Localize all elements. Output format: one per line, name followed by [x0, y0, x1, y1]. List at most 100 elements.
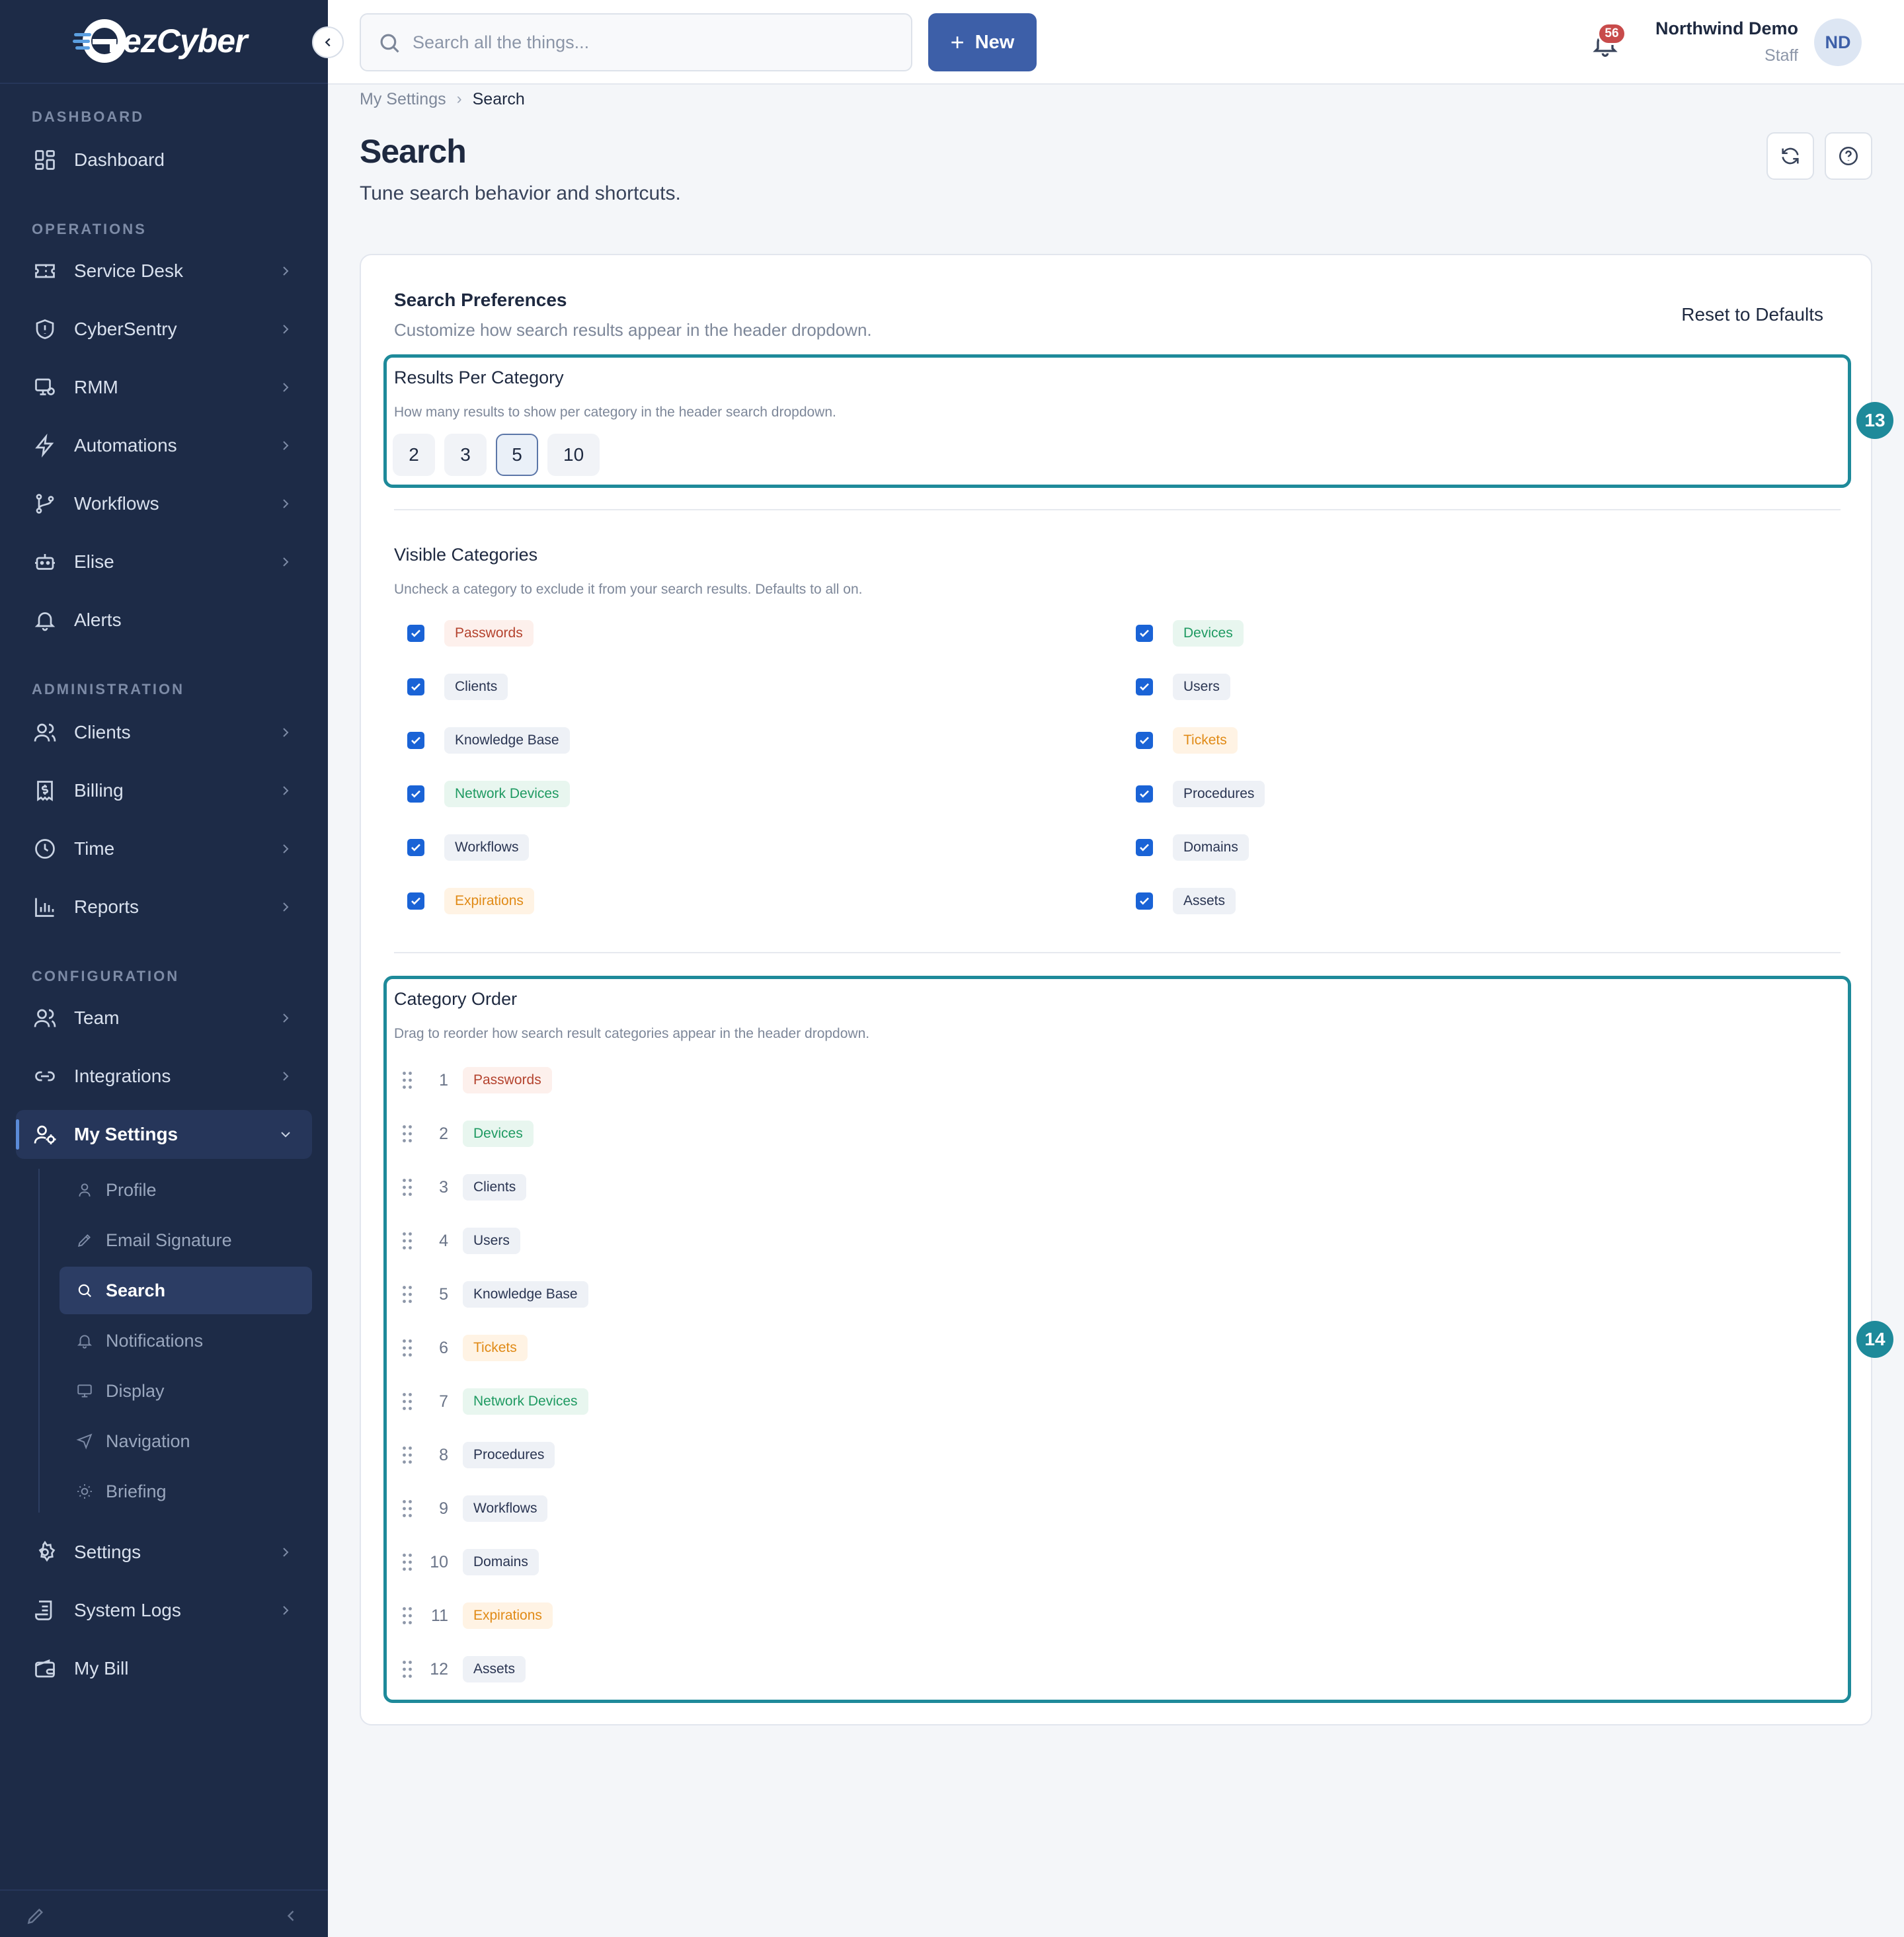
- category-order-row-users[interactable]: 4 Users: [398, 1226, 520, 1255]
- drag-handle-icon[interactable]: [398, 1068, 416, 1092]
- collapse-sidebar-chevron-icon[interactable]: [282, 1907, 300, 1925]
- subnav-item-briefing[interactable]: Briefing: [60, 1468, 312, 1515]
- visible-category-assets[interactable]: Assets: [1136, 888, 1236, 914]
- category-order-row-knowledge-base[interactable]: 5 Knowledge Base: [398, 1280, 588, 1309]
- sidebar-item-dashboard[interactable]: Dashboard: [16, 136, 312, 184]
- drag-handle-icon[interactable]: [398, 1229, 416, 1253]
- sidebar-collapse-button[interactable]: [312, 26, 344, 58]
- avatar[interactable]: ND: [1814, 19, 1862, 66]
- drag-handle-icon[interactable]: [398, 1175, 416, 1199]
- subnav-item-notifications[interactable]: Notifications: [60, 1317, 312, 1364]
- category-order-row-expirations[interactable]: 11 Expirations: [398, 1601, 553, 1630]
- sidebar-item-service-desk[interactable]: Service Desk: [16, 247, 312, 296]
- drag-handle-icon[interactable]: [398, 1122, 416, 1146]
- subnav-item-navigation[interactable]: Navigation: [60, 1417, 312, 1465]
- checkbox-checked-icon[interactable]: [1136, 732, 1153, 749]
- sidebar-item-billing[interactable]: Billing: [16, 766, 312, 815]
- edit-pencil-icon[interactable]: [25, 1905, 46, 1926]
- refresh-button[interactable]: [1766, 132, 1814, 180]
- global-search[interactable]: [360, 13, 912, 71]
- sidebar-footer: [0, 1889, 328, 1937]
- sidebar-item-automations[interactable]: Automations: [16, 421, 312, 470]
- subnav-item-email-signature[interactable]: Email Signature: [60, 1216, 312, 1264]
- checkbox-checked-icon[interactable]: [407, 732, 424, 749]
- results-option-2[interactable]: 2: [393, 434, 435, 476]
- subnav-item-display[interactable]: Display: [60, 1367, 312, 1415]
- checkbox-checked-icon[interactable]: [1136, 785, 1153, 803]
- drag-handle-icon[interactable]: [398, 1283, 416, 1306]
- sidebar-item-elise[interactable]: Elise: [16, 537, 312, 586]
- category-order-row-passwords[interactable]: 1 Passwords: [398, 1066, 552, 1095]
- checkbox-checked-icon[interactable]: [1136, 678, 1153, 695]
- checkbox-checked-icon[interactable]: [1136, 892, 1153, 910]
- sidebar-item-my-settings[interactable]: My Settings: [16, 1110, 312, 1159]
- drag-handle-icon[interactable]: [398, 1390, 416, 1413]
- sidebar-item-time[interactable]: Time: [16, 824, 312, 873]
- subnav-item-search[interactable]: Search: [60, 1267, 312, 1314]
- category-order-row-network-devices[interactable]: 7 Network Devices: [398, 1387, 588, 1416]
- visible-category-expirations[interactable]: Expirations: [407, 888, 534, 914]
- category-order-row-tickets[interactable]: 6 Tickets: [398, 1333, 528, 1363]
- dashboard-grid-icon: [32, 147, 58, 173]
- checkbox-checked-icon[interactable]: [1136, 839, 1153, 856]
- subnav-item-label: Notifications: [106, 1330, 204, 1351]
- drag-handle-icon[interactable]: [398, 1443, 416, 1467]
- breadcrumb-parent-link[interactable]: My Settings: [360, 90, 446, 109]
- results-option-3[interactable]: 3: [444, 434, 487, 476]
- checkbox-checked-icon[interactable]: [407, 839, 424, 856]
- category-order-row-domains[interactable]: 10 Domains: [398, 1548, 539, 1577]
- user-name[interactable]: Northwind Demo: [1655, 19, 1798, 39]
- category-chip: Clients: [463, 1174, 527, 1201]
- category-chip: Network Devices: [463, 1388, 588, 1415]
- visible-category-clients[interactable]: Clients: [407, 674, 508, 700]
- checkbox-checked-icon[interactable]: [407, 785, 424, 803]
- drag-handle-icon[interactable]: [398, 1604, 416, 1628]
- section-label-operations: OPERATIONS: [32, 221, 147, 237]
- visible-category-domains[interactable]: Domains: [1136, 834, 1249, 861]
- sidebar-item-integrations[interactable]: Integrations: [16, 1052, 312, 1101]
- category-order-row-assets[interactable]: 12 Assets: [398, 1655, 526, 1684]
- visible-category-procedures[interactable]: Procedures: [1136, 781, 1265, 807]
- drag-handle-icon[interactable]: [398, 1657, 416, 1681]
- category-order-row-devices[interactable]: 2 Devices: [398, 1119, 534, 1148]
- sidebar-item-reports[interactable]: Reports: [16, 883, 312, 931]
- category-order-highlight: [383, 976, 1851, 1703]
- drag-handle-icon[interactable]: [398, 1497, 416, 1521]
- reset-to-defaults-button[interactable]: Reset to Defaults: [1681, 304, 1823, 325]
- checkbox-checked-icon[interactable]: [407, 678, 424, 695]
- results-option-5[interactable]: 5: [496, 434, 538, 476]
- search-input[interactable]: [413, 32, 875, 53]
- visible-category-knowledge-base[interactable]: Knowledge Base: [407, 727, 570, 754]
- category-order-row-workflows[interactable]: 9 Workflows: [398, 1494, 548, 1523]
- visible-category-workflows[interactable]: Workflows: [407, 834, 530, 861]
- results-option-10[interactable]: 10: [547, 434, 600, 476]
- sidebar-item-rmm[interactable]: RMM: [16, 363, 312, 412]
- visible-category-devices[interactable]: Devices: [1136, 620, 1244, 647]
- sidebar-item-team[interactable]: Team: [16, 994, 312, 1043]
- category-order-row-clients[interactable]: 3 Clients: [398, 1173, 527, 1202]
- help-button[interactable]: [1825, 132, 1872, 180]
- visible-category-tickets[interactable]: Tickets: [1136, 727, 1238, 754]
- checkbox-checked-icon[interactable]: [1136, 625, 1153, 642]
- subnav-item-profile[interactable]: Profile: [60, 1166, 312, 1214]
- sidebar-item-workflows[interactable]: Workflows: [16, 479, 312, 528]
- sidebar-item-my-bill[interactable]: My Bill: [16, 1644, 312, 1693]
- sidebar-item-cybersentry[interactable]: CyberSentry: [16, 305, 312, 354]
- order-position: 5: [439, 1285, 448, 1304]
- logo[interactable]: ezCyber: [73, 17, 248, 65]
- checkbox-checked-icon[interactable]: [407, 892, 424, 910]
- drag-handle-icon[interactable]: [398, 1336, 416, 1360]
- sidebar-item-settings[interactable]: Settings: [16, 1528, 312, 1577]
- category-chip: Passwords: [463, 1067, 552, 1093]
- category-order-row-procedures[interactable]: 8 Procedures: [398, 1441, 555, 1470]
- order-position: 12: [430, 1659, 448, 1679]
- drag-handle-icon[interactable]: [398, 1550, 416, 1574]
- sidebar-item-system-logs[interactable]: System Logs: [16, 1586, 312, 1635]
- visible-category-users[interactable]: Users: [1136, 674, 1230, 700]
- new-button[interactable]: + New: [928, 13, 1037, 71]
- visible-category-passwords[interactable]: Passwords: [407, 620, 534, 647]
- visible-category-network-devices[interactable]: Network Devices: [407, 781, 570, 807]
- checkbox-checked-icon[interactable]: [407, 625, 424, 642]
- sidebar-item-alerts[interactable]: Alerts: [16, 596, 312, 645]
- sidebar-item-clients[interactable]: Clients: [16, 708, 312, 757]
